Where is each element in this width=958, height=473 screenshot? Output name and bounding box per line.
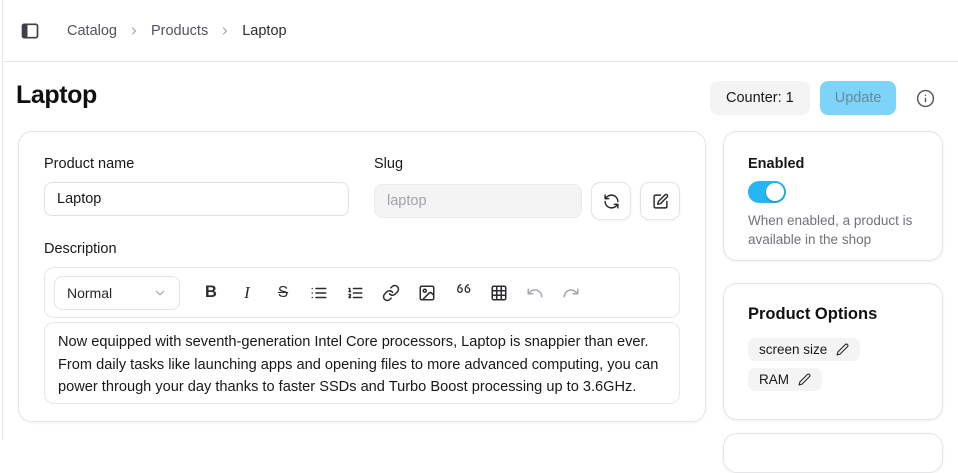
next-card-partial [723, 433, 943, 473]
strikethrough-button[interactable]: S [265, 275, 301, 311]
image-icon [418, 284, 436, 302]
refresh-icon [603, 193, 620, 210]
ordered-list-icon [346, 284, 364, 302]
page-actions: Counter: 1 Update [710, 81, 935, 115]
slug-input[interactable] [374, 184, 582, 218]
undo-button[interactable] [517, 275, 553, 311]
chevron-down-icon [153, 286, 167, 300]
counter-button[interactable]: Counter: 1 [710, 81, 810, 115]
format-select[interactable]: Normal [54, 276, 180, 310]
toggle-knob [766, 183, 784, 201]
product-form-card: Product name Slug [18, 131, 706, 422]
pencil-icon[interactable] [798, 373, 811, 386]
description-editor[interactable]: Now equipped with seventh-generation Int… [44, 322, 680, 404]
breadcrumb-item-catalog[interactable]: Catalog [67, 23, 117, 39]
redo-icon [562, 284, 580, 302]
italic-button[interactable]: I [229, 275, 265, 311]
update-button[interactable]: Update [820, 81, 897, 115]
product-options-card: Product Options screen size RAM [723, 283, 943, 420]
table-button[interactable] [481, 275, 517, 311]
link-button[interactable] [373, 275, 409, 311]
page-title: Laptop [16, 81, 97, 110]
image-button[interactable] [409, 275, 445, 311]
bullet-list-icon [310, 284, 328, 302]
redo-button[interactable] [553, 275, 589, 311]
description-label: Description [44, 241, 680, 257]
top-bar: Catalog Products Laptop [3, 0, 958, 62]
breadcrumb: Catalog Products Laptop [67, 23, 287, 39]
option-tag-label: RAM [759, 372, 789, 387]
info-icon[interactable] [916, 89, 935, 108]
ordered-list-button[interactable] [337, 275, 373, 311]
editor-toolbar: Normal B I S [44, 267, 680, 318]
page-left-border [2, 0, 3, 440]
enabled-help-text: When enabled, a product is available in … [748, 212, 918, 249]
chevron-right-icon [128, 25, 140, 37]
enabled-toggle[interactable] [748, 181, 786, 203]
option-tag-screen-size[interactable]: screen size [748, 338, 860, 361]
format-select-value: Normal [67, 285, 112, 301]
blockquote-icon [454, 284, 472, 302]
bullet-list-button[interactable] [301, 275, 337, 311]
option-tag-ram[interactable]: RAM [748, 368, 822, 391]
product-options-list: screen size RAM [748, 338, 918, 391]
slug-label: Slug [374, 156, 680, 172]
chevron-right-icon [219, 25, 231, 37]
enabled-card: Enabled When enabled, a product is avail… [723, 131, 943, 261]
edit-icon [652, 193, 669, 210]
blockquote-button[interactable] [445, 275, 481, 311]
slug-regenerate-button[interactable] [591, 182, 631, 220]
product-options-title: Product Options [748, 305, 918, 324]
product-name-input[interactable] [44, 182, 349, 216]
slug-edit-button[interactable] [640, 182, 680, 220]
product-name-label: Product name [44, 156, 349, 172]
breadcrumb-item-laptop: Laptop [242, 23, 286, 39]
undo-icon [526, 284, 544, 302]
link-icon [382, 284, 400, 302]
pencil-icon[interactable] [836, 343, 849, 356]
table-icon [490, 284, 508, 302]
option-tag-label: screen size [759, 342, 827, 357]
bold-button[interactable]: B [193, 275, 229, 311]
breadcrumb-item-products[interactable]: Products [151, 23, 208, 39]
sidebar-toggle-icon[interactable] [20, 21, 40, 41]
enabled-label: Enabled [748, 156, 918, 172]
